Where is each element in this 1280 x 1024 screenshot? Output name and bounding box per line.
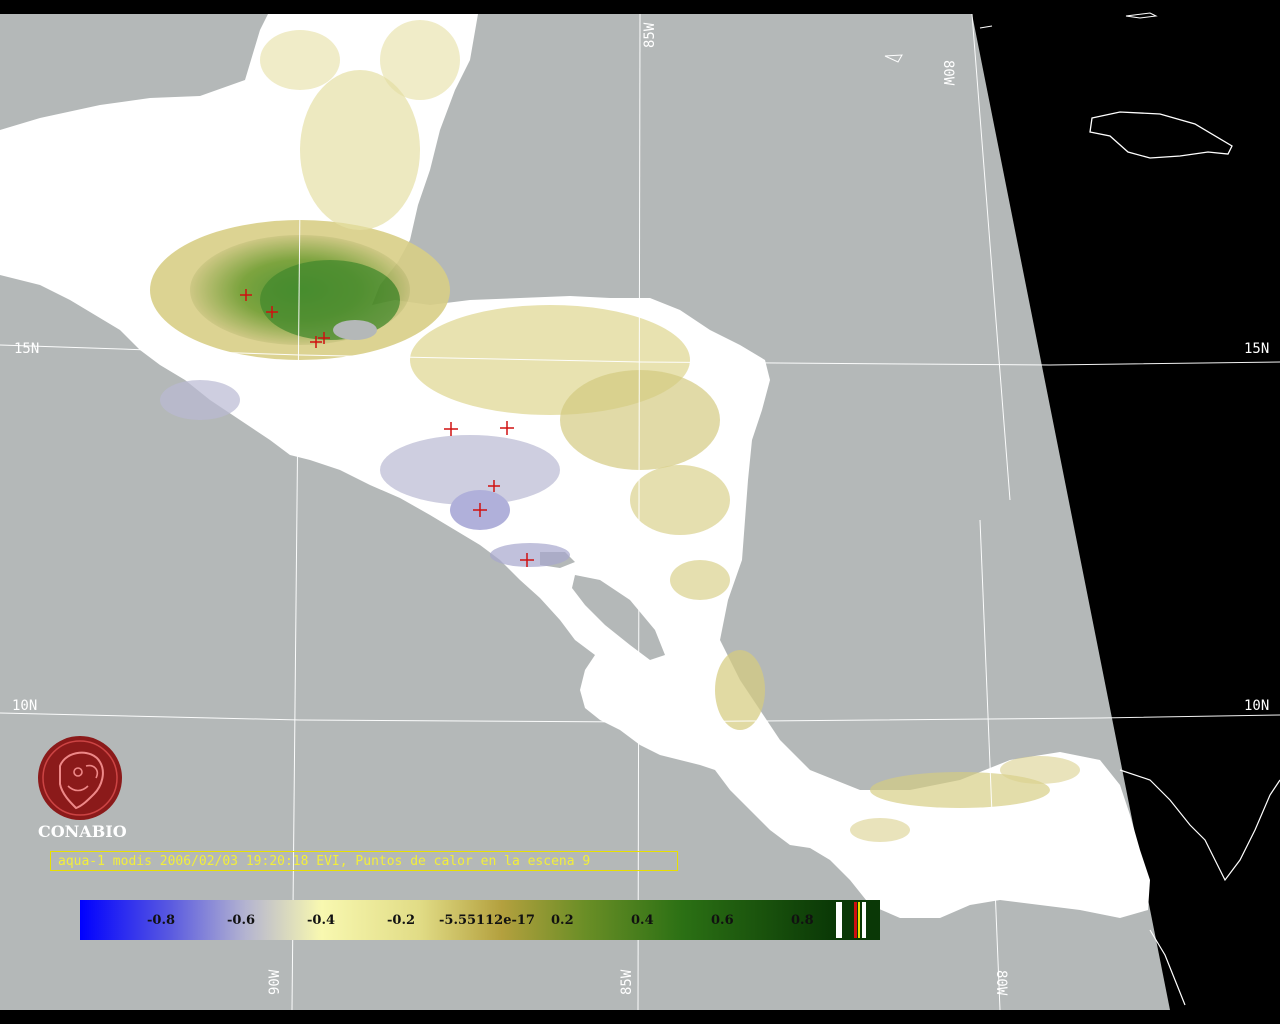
grid-label-80w-bottom: 80W xyxy=(993,970,1009,996)
colorbar-tick-label: -0.4 xyxy=(307,913,336,928)
grid-label-10n-left: 10N xyxy=(12,698,38,714)
colorbar-tick-label: 0.8 xyxy=(791,913,814,928)
colorbar-tick-label: -0.6 xyxy=(227,913,256,928)
conabio-logo-text: CONABIO xyxy=(38,822,127,841)
colorbar-tick-label: 0.6 xyxy=(711,913,734,928)
grid-label-15n-left: 15N xyxy=(14,341,40,357)
colorbar-tick-label: -0.2 xyxy=(387,913,416,928)
grid-label-10n-right: 10N xyxy=(1244,698,1270,714)
grid-label-85w-bottom: 85W xyxy=(619,969,635,995)
grid-label-15n-right: 15N xyxy=(1244,341,1270,357)
colorbar-tick-label: -0.8 xyxy=(147,913,176,928)
colorbar-tick-label: 0.4 xyxy=(631,913,654,928)
scene-caption: aqua-1 modis 2006/02/03 19:20:18 EVI, Pu… xyxy=(50,851,678,871)
grid-label-90w-bottom: 90W xyxy=(267,969,283,995)
colorbar-tick-label: 0.2 xyxy=(551,913,574,928)
evi-colorbar: -0.8 -0.6 -0.4 -0.2 -5.55112e-17 0.2 0.4 0.6 0.8 xyxy=(80,900,880,940)
colorbar-tick-label: -5.55112e-17 xyxy=(439,913,535,928)
grid-label-80w-top: 80W xyxy=(940,60,956,86)
grid-label-85w-top: 85W xyxy=(642,22,658,48)
